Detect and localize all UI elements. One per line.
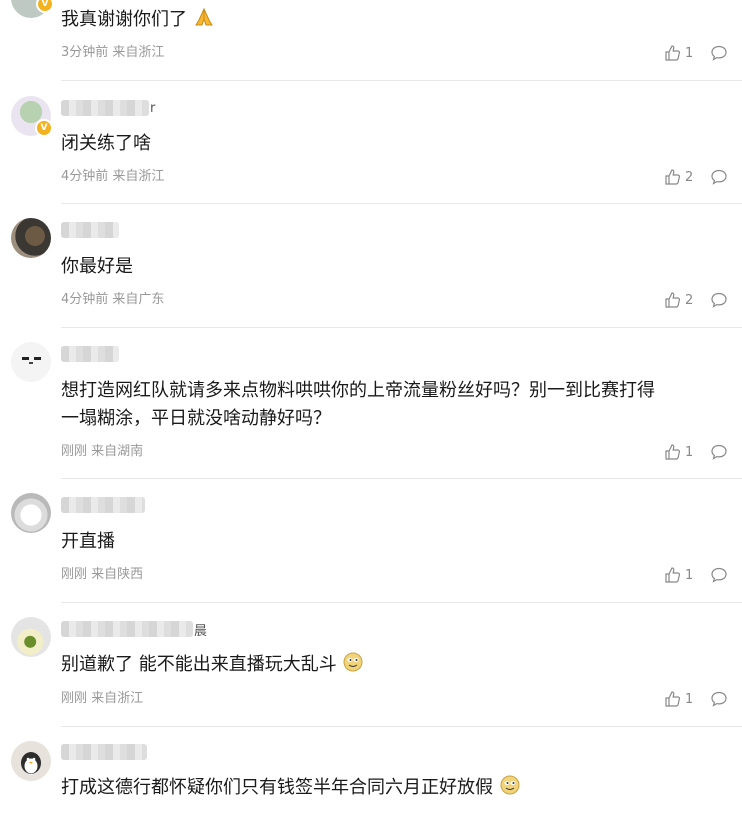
verified-icon: V	[35, 119, 53, 137]
comment-text: 你最好是	[61, 256, 133, 277]
avatar[interactable]	[11, 617, 51, 657]
divider	[61, 478, 742, 479]
username[interactable]	[61, 742, 147, 762]
username[interactable]: r	[61, 98, 155, 118]
timestamp: 刚刚	[61, 444, 88, 459]
like-button[interactable]: 1	[664, 443, 693, 461]
comment-meta: 3分钟前 来自浙江	[61, 44, 164, 62]
avatar[interactable]	[11, 342, 51, 382]
like-button[interactable]: 1	[664, 690, 693, 708]
blurred-name	[61, 222, 119, 238]
blurred-name	[61, 621, 193, 637]
reply-icon[interactable]	[710, 566, 728, 584]
cartoon-face-icon	[22, 357, 41, 364]
comment-text: 开直播	[61, 531, 115, 552]
comment-text: 别道歉了 能不能出来直播玩大乱斗	[61, 651, 731, 679]
thumbs-up-icon	[665, 691, 680, 707]
like-button[interactable]: 1	[664, 566, 693, 584]
reply-icon[interactable]	[710, 168, 728, 186]
thumbs-up-icon	[665, 45, 680, 61]
like-count: 1	[685, 45, 694, 61]
location: 来自广东	[112, 292, 165, 307]
username[interactable]	[61, 495, 145, 515]
timestamp: 刚刚	[61, 691, 88, 706]
comment-text: 打成这德行都怀疑你们只有钱签半年合同六月正好放假	[61, 774, 731, 802]
divider	[61, 80, 742, 81]
divider	[61, 203, 742, 204]
avatar[interactable]	[11, 741, 51, 781]
like-count: 2	[685, 169, 694, 185]
timestamp: 4分钟前	[61, 292, 109, 307]
penguin-icon	[21, 752, 41, 774]
doge-emoji-icon	[500, 775, 520, 795]
reply-icon[interactable]	[710, 443, 728, 461]
thumbs-up-icon	[665, 169, 680, 185]
comment-text: 我真谢谢你们了	[61, 6, 731, 34]
comment-meta: 4分钟前 来自浙江	[61, 168, 164, 186]
like-button[interactable]: 2	[664, 291, 693, 309]
reply-icon[interactable]	[710, 291, 728, 309]
blurred-name	[61, 744, 147, 760]
like-count: 1	[685, 567, 694, 583]
like-count: 1	[685, 691, 694, 707]
pray-emoji-icon	[194, 7, 213, 26]
comment-text: 想打造网红队就请多来点物料哄哄你的上帝流量粉丝好吗？别一到比赛打得 一塌糊涂，平…	[61, 380, 655, 429]
username[interactable]: 晨	[61, 619, 207, 639]
timestamp: 4分钟前	[61, 169, 109, 184]
thumbs-up-icon	[665, 567, 680, 583]
reply-icon[interactable]	[710, 690, 728, 708]
comment-meta: 4分钟前 来自广东	[61, 291, 164, 309]
location: 来自陕西	[91, 567, 144, 582]
like-count: 2	[685, 292, 694, 308]
divider	[61, 327, 742, 328]
avatar[interactable]	[11, 218, 51, 258]
comment-meta: 刚刚 来自浙江	[61, 690, 143, 708]
reply-icon[interactable]	[710, 44, 728, 62]
location: 来自湖南	[91, 444, 144, 459]
location: 来自浙江	[91, 691, 144, 706]
like-count: 1	[685, 444, 694, 460]
timestamp: 刚刚	[61, 567, 88, 582]
doge-emoji-icon	[343, 652, 363, 672]
avatar[interactable]	[11, 493, 51, 533]
verified-icon: V	[36, 0, 54, 13]
comment-meta: 刚刚 来自湖南	[61, 443, 143, 461]
like-button[interactable]: 1	[664, 44, 693, 62]
username[interactable]	[61, 344, 119, 364]
comment-meta: 刚刚 来自陕西	[61, 566, 143, 584]
like-button[interactable]: 2	[664, 168, 693, 186]
thumbs-up-icon	[665, 292, 680, 308]
location: 来自浙江	[112, 169, 165, 184]
thumbs-up-icon	[665, 444, 680, 460]
location: 来自浙江	[112, 45, 165, 60]
divider	[61, 602, 742, 603]
comment-text: 闭关练了啥	[61, 133, 151, 154]
blurred-name	[61, 497, 145, 513]
username[interactable]	[61, 220, 119, 240]
blurred-name	[61, 100, 149, 116]
timestamp: 3分钟前	[61, 45, 109, 60]
blurred-name	[61, 346, 119, 362]
divider	[61, 726, 742, 727]
